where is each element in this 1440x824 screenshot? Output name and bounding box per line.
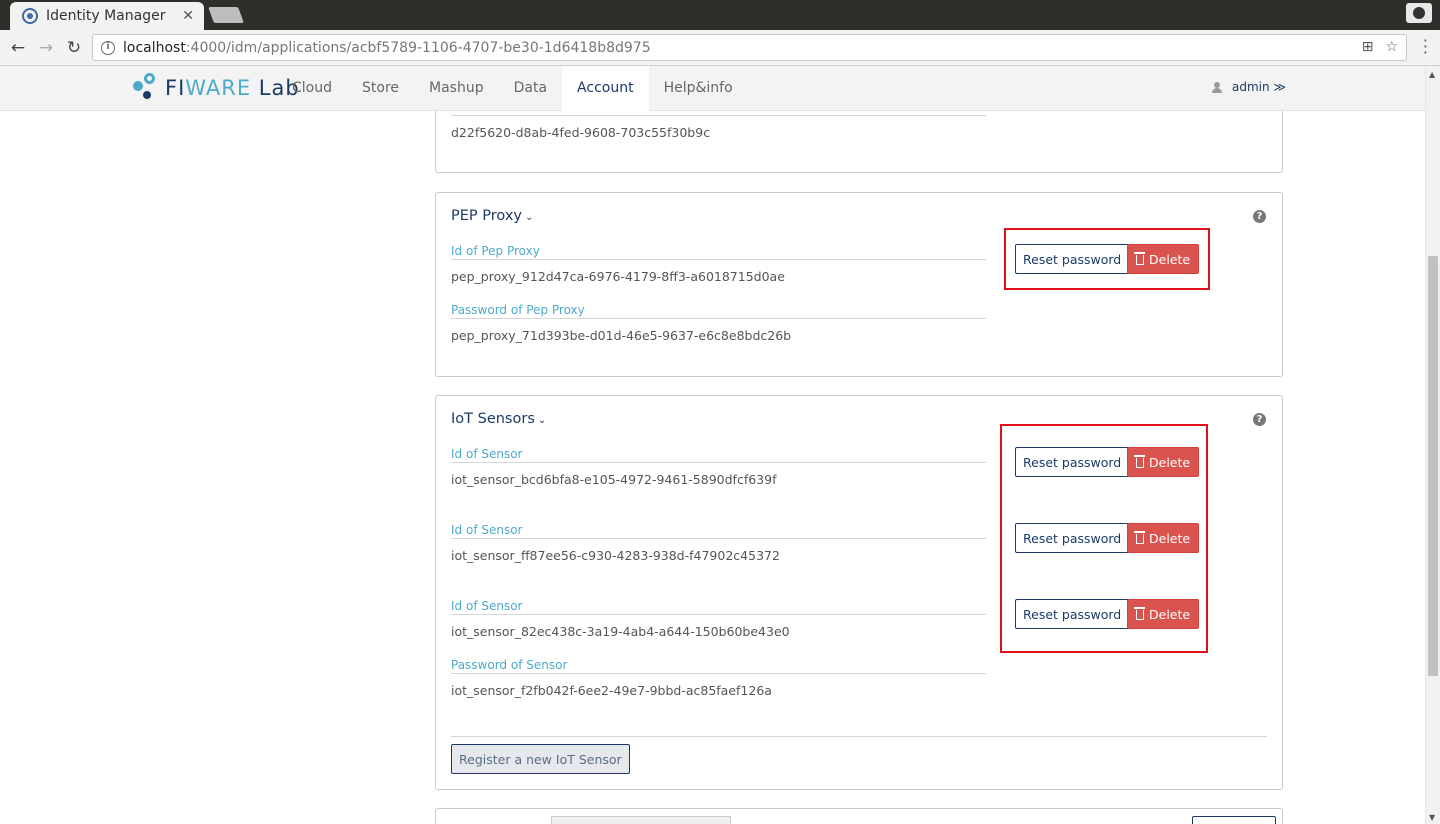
register-iot-sensor-button[interactable]: Register a new IoT Sensor [451, 744, 630, 774]
sensor-reset-password-button[interactable]: Reset password [1015, 523, 1130, 553]
sensor-id-value: iot_sensor_bcd6bfa8-e105-4972-9461-5890d… [451, 472, 777, 487]
tab-title: Identity Manager [46, 8, 166, 24]
url-host: localhost [123, 39, 186, 56]
browser-tab[interactable]: Identity Manager ✕ [10, 2, 204, 30]
sensor-password-value: iot_sensor_f2fb042f-6ee2-49e7-9bbd-ac85f… [451, 683, 772, 698]
sensor-delete-button[interactable]: Delete [1127, 447, 1200, 477]
sensor-id-label: Id of Sensor [451, 599, 523, 613]
address-bar[interactable]: i localhost:4000/idm/applications/acbf57… [92, 34, 1407, 61]
nav-cloud[interactable]: Cloud [277, 66, 347, 111]
nav-mashup[interactable]: Mashup [414, 66, 499, 111]
trash-icon [1134, 531, 1145, 544]
sensor-id-value: iot_sensor_ff87ee56-c930-4283-938d-f4790… [451, 548, 780, 563]
browser-menu-icon[interactable]: · · · [1423, 33, 1428, 61]
user-name: admin ≫ [1232, 80, 1286, 94]
pep-id-value: pep_proxy_912d47ca-6976-4179-8ff3-a60187… [451, 269, 785, 284]
url-path: :4000/idm/applications/acbf5789-1106-470… [185, 39, 651, 56]
chevron-down-icon: ⌄ [524, 212, 534, 223]
field-divider [451, 115, 986, 116]
sensor-id-label: Id of Sensor [451, 447, 523, 461]
field-divider [451, 538, 986, 539]
field-divider [451, 614, 986, 615]
page-scrollbar[interactable]: ▲ ▼ [1425, 66, 1440, 824]
bookmark-star-icon[interactable]: ☆ [1385, 39, 1398, 55]
main-nav: Cloud Store Mashup Data Account Help&inf… [277, 66, 748, 111]
chevron-down-icon: ⌄ [537, 415, 547, 426]
client-secret-value: d22f5620-d8ab-4fed-9608-703c55f30b9c [451, 125, 711, 140]
profile-icon[interactable] [1406, 3, 1432, 23]
client-secret-panel: d22f5620-d8ab-4fed-9608-703c55f30b9c [435, 111, 1283, 173]
field-divider [451, 259, 986, 260]
pep-reset-password-button[interactable]: Reset password [1015, 244, 1130, 274]
user-icon [1212, 81, 1223, 93]
logo-dots-icon [131, 73, 161, 103]
sensor-delete-button[interactable]: Delete [1127, 523, 1200, 553]
pep-proxy-panel: PEP Proxy ⌄ ? Id of Pep Proxy pep_proxy_9… [435, 192, 1283, 377]
browser-toolbar: ← → ↻ i localhost:4000/idm/applications/… [0, 30, 1440, 66]
app-favicon-icon [22, 8, 38, 24]
field-divider [451, 462, 986, 463]
back-arrow-icon[interactable]: ← [7, 37, 29, 59]
field-divider [451, 673, 986, 674]
nav-help-info[interactable]: Help&info [649, 66, 748, 111]
fiware-lab-logo[interactable]: FIWARE Lab [131, 73, 300, 103]
main-content: d22f5620-d8ab-4fed-9608-703c55f30b9c PEP… [0, 111, 1425, 824]
browser-tab-bar: Identity Manager ✕ [0, 0, 1440, 30]
field-divider [451, 318, 986, 319]
nav-data[interactable]: Data [499, 66, 562, 111]
pep-password-label: Password of Pep Proxy [451, 303, 585, 317]
sensor-id-value: iot_sensor_82ec438c-3a19-4ab4-a644-150b6… [451, 624, 790, 639]
sensor-reset-password-button[interactable]: Reset password [1015, 599, 1130, 629]
help-icon[interactable]: ? [1253, 210, 1266, 223]
nav-store[interactable]: Store [347, 66, 414, 111]
iot-sensors-title[interactable]: IoT Sensors ⌄ [451, 411, 546, 427]
tab-close-icon[interactable]: ✕ [182, 8, 194, 24]
sensor-delete-button[interactable]: Delete [1127, 599, 1200, 629]
new-tab-button[interactable] [208, 7, 244, 23]
translate-icon[interactable]: ⊞ [1362, 39, 1374, 55]
pep-id-label: Id of Pep Proxy [451, 244, 540, 258]
partial-button[interactable] [1192, 816, 1276, 824]
sensor-password-label: Password of Sensor [451, 658, 568, 672]
nav-account[interactable]: Account [562, 66, 649, 111]
scroll-up-icon[interactable]: ▲ [1429, 70, 1435, 79]
sensor-id-label: Id of Sensor [451, 523, 523, 537]
forward-arrow-icon[interactable]: → [35, 37, 57, 59]
app-header: FIWARE Lab Cloud Store Mashup Data Accou… [0, 66, 1440, 111]
pep-password-value: pep_proxy_71d393be-d01d-46e5-9637-e6c8e8… [451, 328, 792, 343]
help-icon[interactable]: ? [1253, 413, 1266, 426]
section-divider [451, 736, 1267, 737]
trash-icon [1134, 455, 1145, 468]
scroll-thumb[interactable] [1428, 256, 1438, 676]
site-info-icon[interactable]: i [101, 40, 115, 55]
trash-icon [1134, 607, 1145, 620]
pep-delete-button[interactable]: Delete [1127, 244, 1200, 274]
partial-input[interactable] [551, 816, 731, 824]
sensor-reset-password-button[interactable]: Reset password [1015, 447, 1130, 477]
scroll-down-icon[interactable]: ▼ [1429, 813, 1435, 822]
iot-sensors-panel: IoT Sensors ⌄ ? Id of Sensor iot_sensor_b… [435, 395, 1283, 790]
trash-icon [1134, 252, 1145, 265]
pep-proxy-title[interactable]: PEP Proxy ⌄ [451, 208, 533, 224]
next-panel [435, 808, 1283, 824]
reload-icon[interactable]: ↻ [63, 37, 85, 59]
user-menu[interactable]: admin ≫ [1212, 80, 1286, 94]
